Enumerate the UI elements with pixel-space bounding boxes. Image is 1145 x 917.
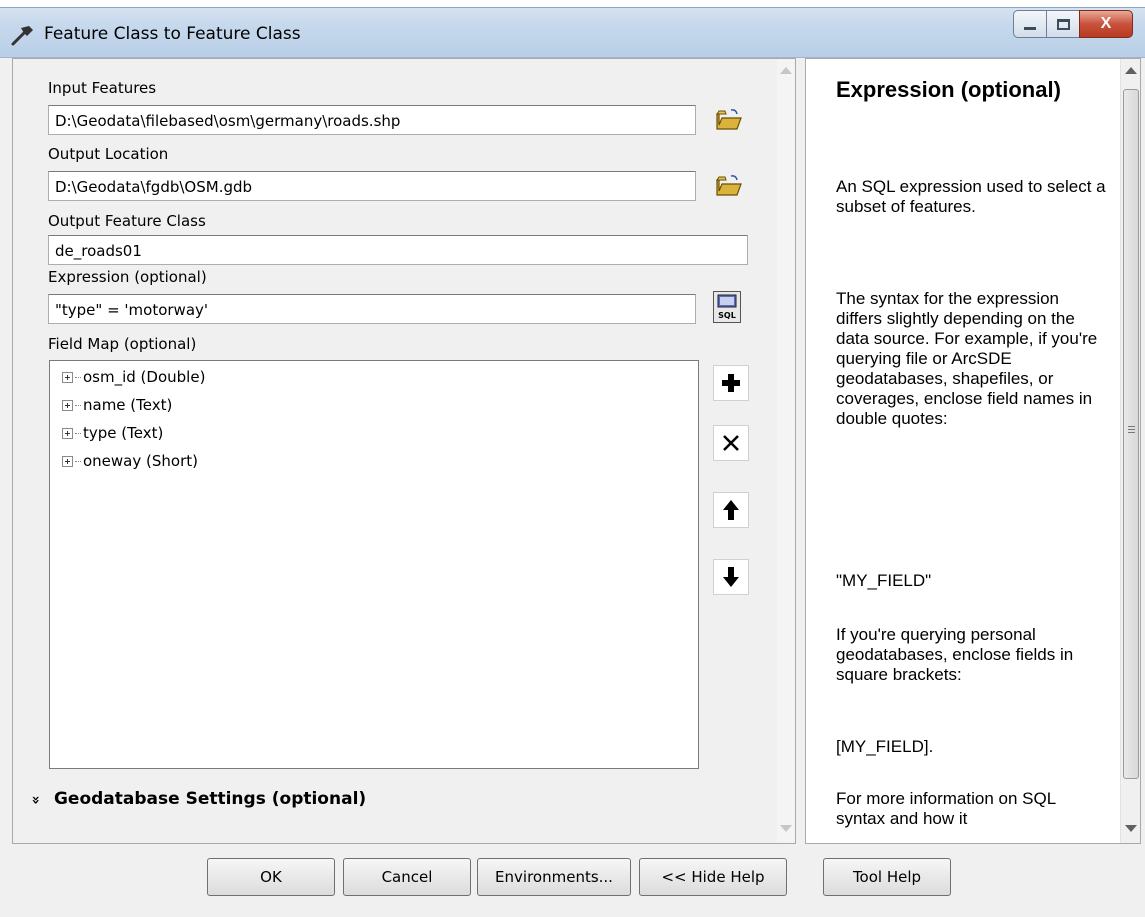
move-up-button[interactable] [713, 492, 749, 528]
expand-icon[interactable] [62, 455, 73, 467]
field-map-item[interactable]: type (Text) [62, 423, 163, 443]
window-controls: X [1013, 10, 1133, 38]
input-features-field[interactable]: D:\Geodata\filebased\osm\germany\roads.s… [48, 105, 696, 135]
output-location-label: Output Location [48, 145, 169, 163]
expression-label: Expression (optional) [48, 268, 207, 286]
close-icon: X [1100, 15, 1112, 32]
window-title: Feature Class to Feature Class [44, 24, 301, 44]
environments-button[interactable]: Environments... [477, 858, 631, 896]
tool-help-button[interactable]: Tool Help [823, 858, 951, 896]
help-paragraph: "MY_FIELD" [836, 571, 932, 590]
plus-icon [722, 374, 740, 392]
cancel-button[interactable]: Cancel [343, 858, 471, 896]
close-button[interactable]: X [1079, 10, 1133, 38]
field-map-label: Field Map (optional) [48, 335, 197, 353]
help-paragraph: For more information on SQL syntax and h… [836, 789, 1056, 828]
field-map-item-label: oneway (Short) [83, 452, 198, 470]
expression-field[interactable]: "type" = 'motorway' [48, 294, 696, 324]
scroll-up-arrow-icon[interactable] [780, 67, 792, 74]
field-map-item-label: type (Text) [83, 424, 164, 442]
minimize-icon [1024, 26, 1036, 30]
help-panel: Expression (optional) An SQL expression … [805, 58, 1141, 844]
title-bar-top-edge [0, 0, 1145, 8]
title-bar[interactable]: Feature Class to Feature Class X [0, 0, 1145, 58]
scroll-down-arrow-icon[interactable] [1125, 825, 1137, 832]
field-map-item-label: name (Text) [83, 396, 173, 414]
add-field-button[interactable] [713, 365, 749, 401]
hide-help-button[interactable]: << Hide Help [639, 858, 787, 896]
help-scroll-thumb[interactable] [1123, 89, 1139, 779]
input-features-label: Input Features [48, 79, 157, 97]
move-down-button[interactable] [713, 559, 749, 595]
hammer-icon [11, 26, 33, 46]
ok-button[interactable]: OK [207, 858, 335, 896]
help-scrollbar[interactable] [1120, 59, 1140, 843]
open-folder-icon [716, 109, 742, 130]
input-features-browse-button[interactable] [713, 104, 745, 136]
field-map-item-label: osm_id (Double) [83, 368, 206, 386]
grip-line [1128, 429, 1135, 430]
expand-icon[interactable] [62, 427, 73, 439]
geodatabase-settings-label: Geodatabase Settings (optional) [53, 789, 367, 809]
geodatabase-settings-toggle[interactable]: » Geodatabase Settings (optional) [27, 789, 367, 809]
tree-connector [75, 376, 81, 378]
sql-button[interactable]: SQL [713, 291, 741, 323]
output-feature-class-label: Output Feature Class [48, 212, 206, 230]
delete-x-icon [723, 435, 739, 451]
field-map-item[interactable]: oneway (Short) [62, 451, 198, 471]
maximize-button[interactable] [1046, 10, 1080, 38]
collapse-chevron-icon: » [27, 795, 44, 805]
arrow-down-icon [723, 567, 739, 587]
expand-icon[interactable] [62, 399, 73, 411]
output-location-browse-button[interactable] [713, 170, 745, 202]
tree-connector [75, 432, 81, 434]
open-folder-icon [716, 175, 742, 196]
scroll-down-arrow-icon[interactable] [780, 825, 792, 832]
tree-connector [75, 460, 81, 462]
output-feature-class-field[interactable]: de_roads01 [48, 235, 748, 265]
sql-icon: SQL [717, 294, 737, 320]
help-paragraph: If you're querying personal geodatabases… [836, 625, 1074, 684]
grip-line [1128, 432, 1135, 433]
help-paragraph: [MY_FIELD]. [836, 737, 934, 756]
parameters-scrollbar[interactable] [777, 59, 795, 843]
parameters-panel: Input Features D:\Geodata\filebased\osm\… [12, 58, 796, 844]
svg-text:SQL: SQL [718, 311, 736, 320]
tree-connector [75, 404, 81, 406]
grip-line [1128, 426, 1135, 427]
arrow-up-icon [723, 500, 739, 520]
field-map-item[interactable]: osm_id (Double) [62, 367, 205, 387]
help-paragraph: An SQL expression used to select a subse… [836, 177, 1106, 216]
help-paragraph: The syntax for the expression differs sl… [836, 289, 1098, 428]
delete-field-button[interactable] [713, 425, 749, 461]
minimize-button[interactable] [1013, 10, 1047, 38]
field-map-item[interactable]: name (Text) [62, 395, 172, 415]
output-location-field[interactable]: D:\Geodata\fgdb\OSM.gdb [48, 171, 696, 201]
expand-icon[interactable] [62, 371, 73, 383]
maximize-icon [1056, 18, 1070, 30]
field-map-tree[interactable]: osm_id (Double) name (Text) type (Text) … [49, 360, 699, 769]
tool-dialog-window: Feature Class to Feature Class X Input F… [0, 0, 1145, 917]
scroll-up-arrow-icon[interactable] [1125, 67, 1137, 74]
help-heading: Expression (optional) [836, 77, 1061, 102]
